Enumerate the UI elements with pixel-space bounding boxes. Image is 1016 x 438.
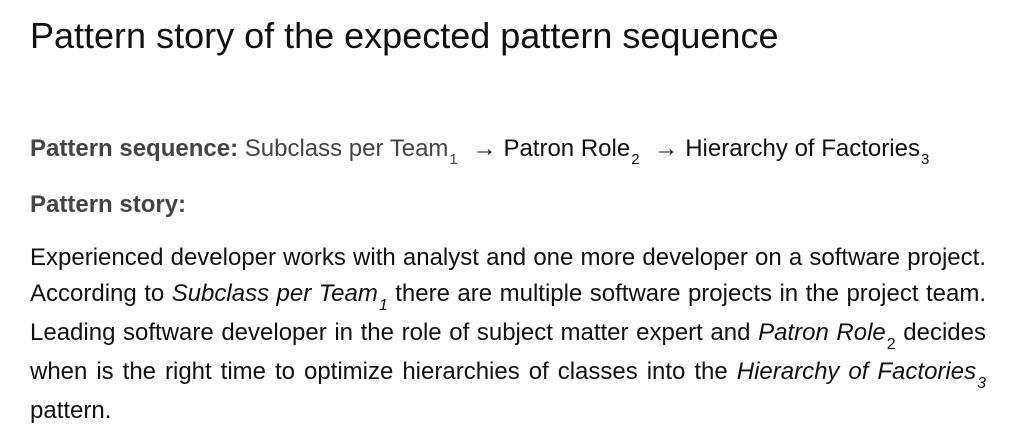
sequence-item-name: Patron Role [503,135,631,162]
story-pattern-name: Hierarchy of Factories [736,358,977,385]
arrow-icon: → [472,135,497,162]
story-pattern-index: 2 [886,336,896,353]
sequence-item-name: Subclass per Team [244,135,449,162]
sequence-item-1: Subclass per Team1 [244,135,458,168]
page: Pattern story of the expected pattern se… [0,0,1016,438]
sequence-item-name: Hierarchy of Factories [685,135,920,162]
story-pattern-name: Subclass per Team [171,280,378,307]
story-pattern-index: 3 [977,375,987,392]
story-pattern-name: Patron Role [758,319,886,346]
arrow-icon: → [654,135,679,162]
pattern-sequence-label: Pattern sequence: [30,135,239,162]
sequence-item-index: 1 [449,151,458,168]
pattern-story-text: Experienced developer works with analyst… [30,240,986,429]
pattern-sequence: Pattern sequence: Subclass per Team1 → Pa… [30,133,929,168]
sequence-item-index: 2 [631,151,640,168]
story-text-segment: pattern. [30,397,112,424]
sequence-item-2: Patron Role2 [503,135,639,168]
sequence-item-3: Hierarchy of Factories3 [685,135,929,168]
story-pattern-index: 1 [378,297,388,314]
pattern-story-label: Pattern story: [30,191,187,218]
page-title: Pattern story of the expected pattern se… [30,15,779,56]
sequence-item-index: 3 [920,151,930,168]
